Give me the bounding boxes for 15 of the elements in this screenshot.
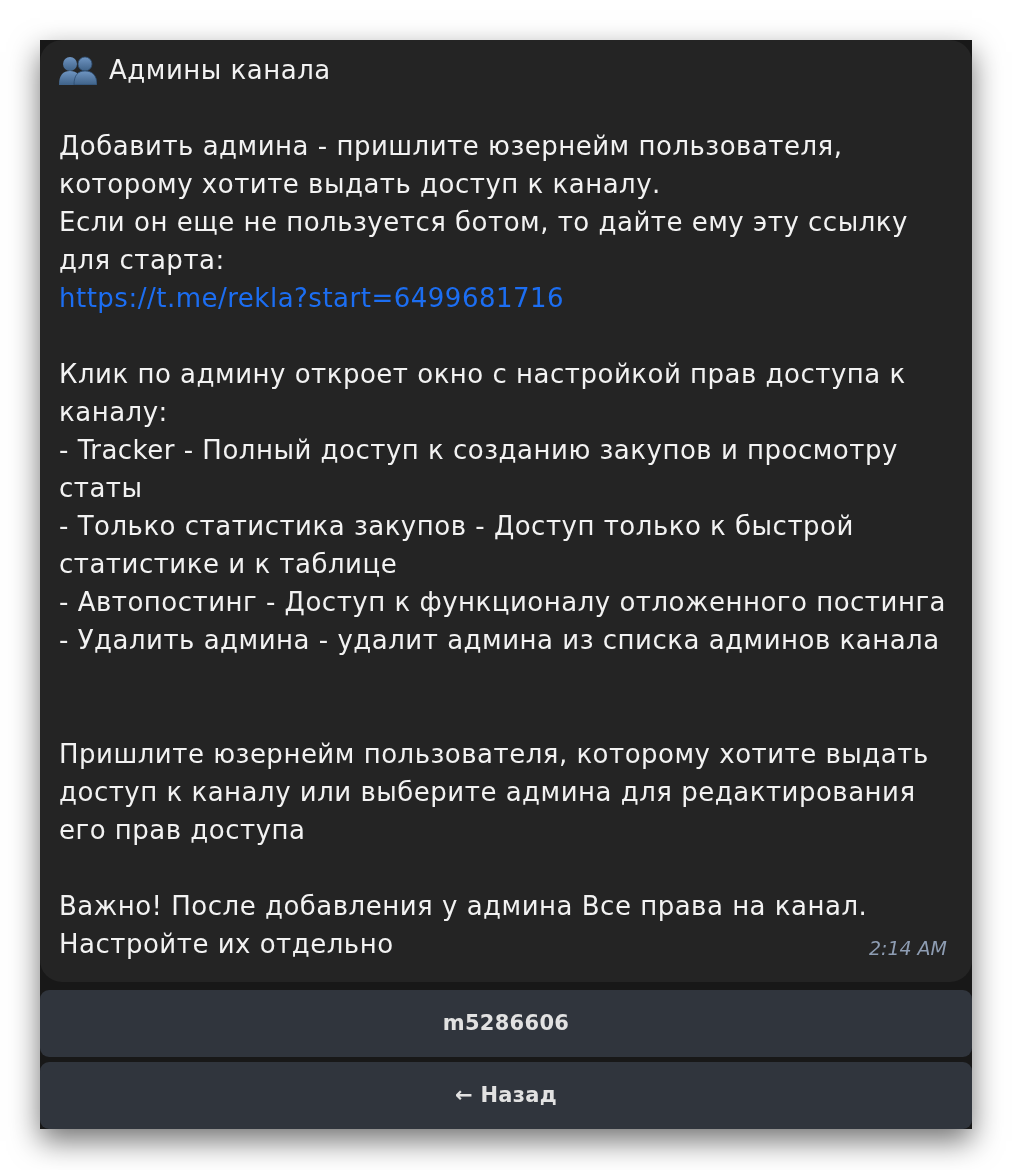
people-icon	[59, 55, 97, 85]
message-text: Пришлите юзернейм пользователя, которому хотите выдать доступ к каналу или выберите админа для редактирования его прав доступа	[59, 738, 930, 847]
message-text: - Только статистика закупов - Доступ только к быстрой статистике и к таблице	[59, 510, 855, 581]
message-text: Важно! После добавления у админа Все права на канал.	[59, 890, 869, 923]
keyboard-button[interactable]: m5286606	[40, 990, 972, 1057]
keyboard-button[interactable]: ← Назад	[40, 1062, 972, 1129]
message-text: - Удалить админа - удалит админа из списка админов канала	[59, 624, 941, 657]
message-time: 2:14 AM	[868, 936, 947, 961]
message-text: Если он еще не пользуется ботом, то дайте ему эту ссылку для старта:	[59, 206, 909, 277]
message-text: - Автопостинг - Доступ к функционалу отложенного постинга	[59, 586, 947, 619]
message-text: - Tracker - Полный доступ к созданию закупов и просмотру статы	[59, 434, 899, 505]
message-title: Админы канала	[109, 54, 331, 87]
message-text: Настройте их отдельно	[59, 928, 394, 961]
message-text: Добавить админа - пришлите юзернейм пользователя, которому хотите выдать доступ к каналу.	[59, 130, 844, 201]
message-text: Клик по админу откроет окно с настройкой прав доступа к каналу:	[59, 358, 907, 429]
